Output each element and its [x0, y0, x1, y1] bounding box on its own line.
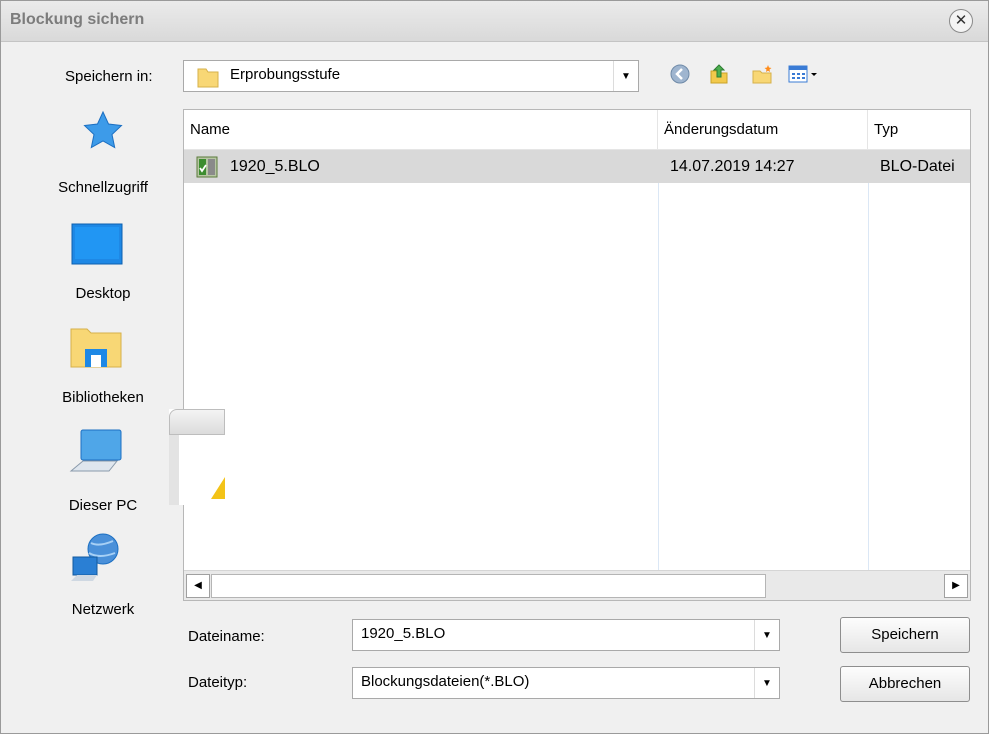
- column-divider: [868, 183, 869, 570]
- desktop-icon: [71, 223, 123, 265]
- place-label: Desktop: [75, 285, 131, 302]
- save-in-value: Erprobungsstufe: [230, 66, 341, 83]
- filetype-dropdown-arrow[interactable]: ▼: [754, 668, 779, 698]
- save-in-label: Speichern in:: [65, 68, 153, 85]
- cancel-button[interactable]: Abbrechen: [840, 666, 970, 702]
- filename-value: 1920_5.BLO: [361, 625, 446, 642]
- close-button[interactable]: ✕: [949, 9, 973, 33]
- file-type: BLO-Datei: [880, 158, 955, 175]
- place-this-pc[interactable]: Dieser PC: [29, 427, 177, 517]
- place-network[interactable]: Netzwerk: [29, 531, 177, 621]
- place-quick-access[interactable]: Schnellzugriff: [29, 109, 177, 209]
- place-label: Netzwerk: [71, 601, 135, 618]
- save-in-dropdown-arrow[interactable]: ▼: [613, 61, 638, 91]
- file-list[interactable]: Name Änderungsdatum Typ 1920_5.BLO 14.07…: [183, 109, 971, 601]
- filename-label: Dateiname:: [188, 628, 265, 645]
- filename-dropdown-arrow[interactable]: ▼: [754, 620, 779, 650]
- scroll-right-button[interactable]: ▶: [944, 574, 968, 598]
- column-date[interactable]: Änderungsdatum: [658, 110, 868, 149]
- place-label: Dieser PC: [68, 497, 138, 514]
- back-arrow-icon[interactable]: [669, 63, 691, 85]
- file-date: 14.07.2019 14:27: [670, 158, 795, 175]
- filetype-value: Blockungsdateien(*.BLO): [361, 673, 530, 690]
- title-bar: Blockung sichern ✕: [1, 1, 988, 42]
- horizontal-scrollbar[interactable]: ◀ ▶: [184, 570, 970, 600]
- scrollbar-thumb[interactable]: [211, 574, 766, 598]
- scroll-left-button[interactable]: ◀: [186, 574, 210, 598]
- network-icon: [71, 533, 119, 581]
- close-icon: ✕: [954, 12, 968, 29]
- column-type[interactable]: Typ: [868, 110, 970, 149]
- place-desktop[interactable]: Desktop: [29, 219, 177, 309]
- libraries-icon: [70, 328, 122, 368]
- overlay-fragment: [169, 409, 225, 505]
- place-label: Schnellzugriff: [58, 179, 148, 196]
- column-name[interactable]: Name: [184, 110, 658, 149]
- dialog-title: Blockung sichern: [10, 11, 145, 28]
- place-libraries[interactable]: Bibliotheken: [29, 323, 177, 413]
- column-divider: [658, 183, 659, 570]
- new-folder-icon[interactable]: [751, 63, 773, 85]
- file-name: 1920_5.BLO: [230, 158, 320, 175]
- filetype-label: Dateityp:: [188, 674, 248, 691]
- save-button[interactable]: Speichern: [840, 617, 970, 653]
- save-dialog: Blockung sichern ✕ Speichern in: Erprobu…: [0, 0, 989, 734]
- view-menu-icon[interactable]: [787, 63, 823, 85]
- computer-icon: [69, 429, 122, 472]
- blo-file-icon: [196, 156, 218, 178]
- place-label: Bibliotheken: [62, 389, 144, 406]
- table-row[interactable]: 1920_5.BLO 14.07.2019 14:27 BLO-Datei: [184, 150, 970, 183]
- up-folder-icon[interactable]: [708, 63, 730, 85]
- filetype-select[interactable]: Blockungsdateien(*.BLO) ▼: [352, 667, 780, 699]
- filename-input[interactable]: 1920_5.BLO ▼: [352, 619, 780, 651]
- folder-icon: [197, 68, 219, 88]
- file-list-header: Name Änderungsdatum Typ: [184, 110, 970, 150]
- warning-icon: [211, 477, 225, 499]
- star-icon: [83, 110, 123, 149]
- save-in-dropdown[interactable]: Erprobungsstufe ▼: [183, 60, 639, 92]
